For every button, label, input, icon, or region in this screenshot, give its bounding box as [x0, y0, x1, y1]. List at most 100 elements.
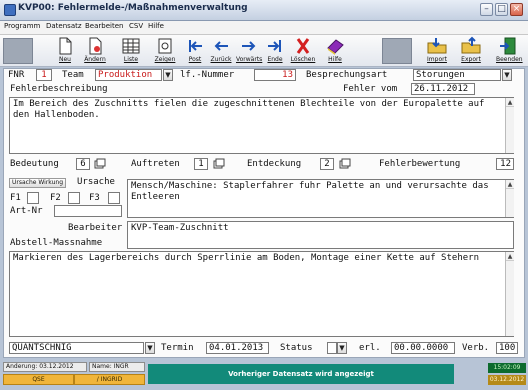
verantwortlich-dropdown-icon[interactable]: ▼ — [145, 342, 155, 354]
bearbeiter-label: Bearbeiter — [68, 223, 123, 233]
ursache-scrollbar[interactable]: ▲ — [505, 180, 514, 217]
scroll-up-icon[interactable]: ▲ — [506, 180, 514, 189]
erl-label: erl. — [359, 343, 381, 353]
show-label: Zeigen — [154, 56, 176, 63]
auftreten-field[interactable]: 1 — [194, 158, 208, 170]
menu-programm[interactable]: Programm — [4, 22, 40, 30]
next-label: Vorwärts — [236, 56, 263, 63]
bedeutung-lookup-icon[interactable] — [94, 158, 106, 170]
artnr-field[interactable] — [54, 205, 122, 217]
abstell-massnahme-textarea[interactable]: Markieren des Lagerbereichs durch Sperrl… — [9, 251, 514, 337]
team-dropdown-icon[interactable]: ▼ — [163, 69, 173, 81]
termin-label: Termin — [161, 343, 194, 353]
erl-field[interactable]: 00.00.0000 — [391, 342, 455, 354]
export-folder-icon — [461, 36, 481, 54]
scroll-up-icon[interactable]: ▲ — [506, 252, 514, 261]
title-bar: KVP00: Fehlermelde-/Maßnahmenverwaltung … — [0, 0, 528, 21]
last-record-button[interactable]: Ende — [262, 36, 288, 66]
fehler-vom-field[interactable]: 26.11.2012 — [411, 83, 475, 95]
team-select[interactable]: Produktion — [95, 69, 162, 81]
minimize-icon[interactable]: – — [480, 3, 493, 16]
fehlerbeschreibung-textarea[interactable]: Im Bereich des Zuschnitts fielen die zug… — [9, 97, 514, 154]
previous-button[interactable]: Zurück — [208, 36, 234, 66]
f3-label: F3 — [89, 193, 100, 203]
list-label: Liste — [123, 56, 139, 63]
status-select[interactable] — [327, 342, 337, 354]
menu-csv[interactable]: CSV — [129, 22, 143, 30]
toolbar-blank-2 — [382, 38, 412, 64]
status-qse: QSE — [3, 374, 74, 385]
export-button[interactable]: Export — [458, 36, 484, 66]
fehlerbeschreibung-scrollbar[interactable]: ▲ — [505, 98, 514, 153]
entdeckung-field[interactable]: 2 — [320, 158, 334, 170]
besprechungsart-dropdown-icon[interactable]: ▼ — [502, 69, 512, 81]
toolbar-blank — [3, 38, 33, 64]
status-label: Status — [280, 343, 313, 353]
menu-datensatz[interactable]: Datensatz — [46, 22, 82, 30]
scroll-up-icon[interactable]: ▲ — [506, 98, 514, 107]
list-button[interactable]: Liste — [118, 36, 144, 66]
status-message: Vorheriger Datensatz wird angezeigt — [148, 364, 454, 384]
first-record-label: Post — [188, 56, 202, 63]
lfnr-field[interactable]: 13 — [254, 69, 296, 81]
f2-field[interactable] — [68, 192, 80, 204]
import-button[interactable]: Import — [424, 36, 450, 66]
entdeckung-lookup-icon[interactable] — [339, 158, 351, 170]
menu-bearbeiten[interactable]: Bearbeiten — [85, 22, 123, 30]
bearbeiter-field[interactable]: KVP-Team-Zuschnitt — [127, 221, 514, 249]
menu-bar: Programm Datensatz Bearbeiten CSV Hilfe — [0, 21, 528, 35]
help-book-icon — [327, 39, 344, 55]
show-button[interactable]: Zeigen — [152, 36, 178, 66]
bedeutung-label: Bedeutung — [10, 159, 59, 169]
new-button[interactable]: Neu — [52, 36, 78, 66]
toolbar: Neu Ändern Liste Zeigen Post Zurück Vorw… — [0, 35, 528, 67]
close-icon[interactable]: × — [510, 3, 523, 16]
termin-field[interactable]: 04.01.2013 — [206, 342, 269, 354]
fehlerbewertung-label: Fehlerbewertung — [379, 159, 461, 169]
f3-field[interactable] — [108, 192, 120, 204]
verantwortlich-select[interactable]: QUANTSCHNIG — [9, 342, 144, 354]
bedeutung-field[interactable]: 6 — [76, 158, 90, 170]
previous-label: Zurück — [210, 56, 232, 63]
app-icon — [4, 4, 16, 16]
exit-button[interactable]: Beenden — [496, 36, 523, 66]
entdeckung-label: Entdeckung — [247, 159, 302, 169]
fehlerbewertung-field[interactable]: 12 — [496, 158, 514, 170]
f1-field[interactable] — [27, 192, 39, 204]
ursache-wirkung-button[interactable]: Ursache Wirkung — [9, 178, 66, 188]
status-name: Name: INGR — [89, 362, 145, 372]
menu-hilfe[interactable]: Hilfe — [148, 22, 164, 30]
lfnr-label: lf.-Nummer — [180, 70, 235, 80]
maximize-icon[interactable]: □ — [495, 3, 508, 16]
new-document-icon — [59, 37, 72, 55]
artnr-label: Art-Nr — [10, 206, 43, 216]
delete-label: Löschen — [290, 56, 316, 63]
status-dropdown-icon[interactable]: ▼ — [337, 342, 347, 354]
export-label: Export — [461, 56, 481, 63]
f1-label: F1 — [10, 193, 21, 203]
fehler-vom-label: Fehler vom — [343, 84, 398, 94]
first-arrow-icon — [189, 40, 202, 52]
first-record-button[interactable]: Post — [182, 36, 208, 66]
auftreten-lookup-icon[interactable] — [213, 158, 225, 170]
delete-button[interactable]: Löschen — [290, 36, 316, 66]
fnr-label: FNR — [8, 70, 25, 80]
next-button[interactable]: Vorwärts — [236, 36, 262, 66]
status-date: 03.12.2012 — [488, 375, 526, 385]
last-record-label: Ende — [267, 56, 283, 63]
ursache-textarea[interactable]: Mensch/Maschine: Staplerfahrer fuhr Pale… — [127, 179, 514, 218]
new-label: Neu — [59, 56, 71, 63]
help-button[interactable]: Hilfe — [322, 36, 348, 66]
abstell-scrollbar[interactable]: ▲ — [505, 252, 514, 336]
import-folder-icon — [427, 38, 447, 54]
fnr-field[interactable]: 1 — [36, 69, 52, 81]
import-label: Import — [427, 56, 447, 63]
verb-field[interactable]: 100 — [496, 342, 518, 354]
auftreten-label: Auftreten — [131, 159, 180, 169]
forward-arrow-icon — [242, 41, 256, 51]
team-label: Team — [62, 70, 84, 80]
back-arrow-icon — [214, 41, 228, 51]
status-aenderung: Anderung: 03.12.2012 — [3, 362, 87, 372]
besprechungsart-select[interactable]: Storungen — [413, 69, 501, 81]
edit-button[interactable]: Ändern — [82, 36, 108, 66]
